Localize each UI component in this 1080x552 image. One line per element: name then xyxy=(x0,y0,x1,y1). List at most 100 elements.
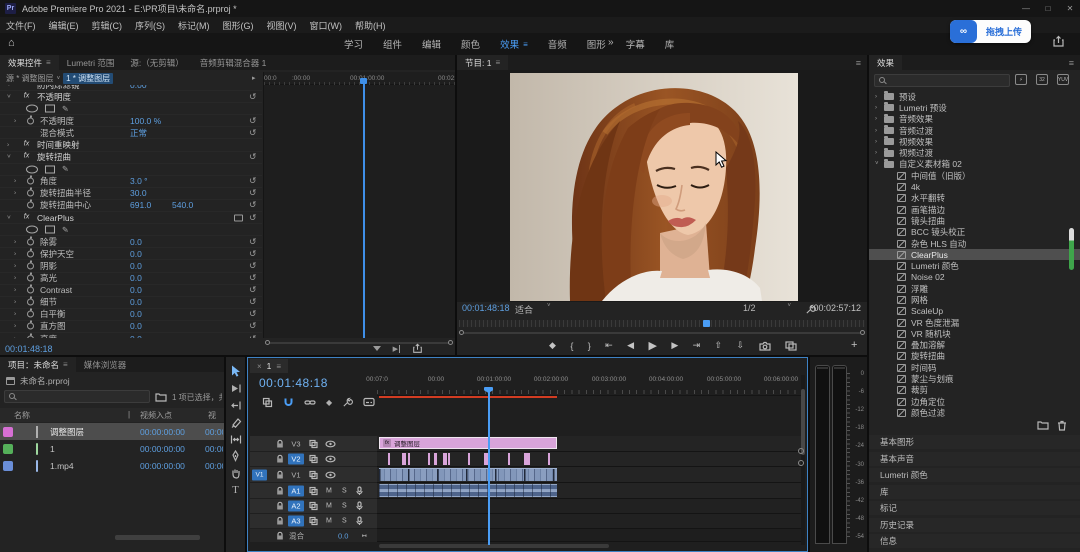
expander-icon[interactable]: › xyxy=(14,262,16,269)
pen-tool[interactable] xyxy=(228,450,243,462)
stopwatch-icon[interactable] xyxy=(27,335,34,338)
stopwatch-icon[interactable] xyxy=(27,323,34,330)
track-lane-v1[interactable] xyxy=(377,467,801,483)
effect-row[interactable]: 混合模式 正常 xyxy=(0,127,262,139)
panel-tab[interactable]: 基本声音 xyxy=(869,452,1080,466)
expander-icon[interactable]: ˅ xyxy=(7,93,11,100)
track-header-a1[interactable]: A1 M S xyxy=(250,483,377,498)
workspace-tab[interactable]: 编辑 xyxy=(412,37,451,51)
minimize-button[interactable]: — xyxy=(1016,0,1036,16)
search-input[interactable] xyxy=(21,391,147,402)
project-item-row[interactable]: 1 00:00:00:00 00:00:00:00 xyxy=(0,440,224,457)
ellipse-mask-icon[interactable] xyxy=(26,226,38,234)
effects-tree-row[interactable]: VR 随机块 xyxy=(869,328,1080,339)
expander-icon[interactable]: › xyxy=(14,117,16,124)
scrubber-playhead[interactable] xyxy=(703,320,710,327)
hand-tool[interactable] xyxy=(228,467,243,479)
effects-tree-row[interactable]: 杂色 HLS 自动 xyxy=(869,238,1080,249)
maximize-button[interactable]: □ xyxy=(1038,0,1058,16)
fx-badge-icon[interactable] xyxy=(20,213,33,222)
stopwatch-icon[interactable] xyxy=(27,250,34,257)
reset-icon[interactable] xyxy=(249,297,257,308)
clip-segments[interactable] xyxy=(379,453,557,465)
param-value[interactable]: 0.0 xyxy=(130,237,142,247)
effect-row[interactable]: ˅ 旋转扭曲 xyxy=(0,152,262,164)
param-value[interactable]: 0.0 xyxy=(130,334,142,338)
param-value[interactable]: 0.00 xyxy=(130,85,147,90)
track-output-eye-icon[interactable] xyxy=(325,456,336,463)
expander-icon[interactable]: › xyxy=(14,299,16,306)
panel-tab[interactable]: 媒体浏览器 xyxy=(76,357,135,372)
track-header-a2[interactable]: A2 M S xyxy=(250,499,377,513)
pen-mask-icon[interactable] xyxy=(62,165,69,174)
effects-tree-row[interactable]: 4k xyxy=(869,181,1080,192)
trash-icon[interactable] xyxy=(1057,420,1067,431)
param-value[interactable]: 0.0 xyxy=(130,249,142,259)
extract-icon[interactable]: ⇩ xyxy=(737,340,745,351)
step-back-icon[interactable]: ◀ xyxy=(627,340,634,351)
home-icon[interactable]: ⌂ xyxy=(8,37,15,49)
effect-row[interactable] xyxy=(0,224,262,236)
voiceover-mic-icon[interactable] xyxy=(356,516,363,526)
program-timecode[interactable]: 00:01:48:18 xyxy=(462,303,510,313)
expander-icon[interactable]: › xyxy=(14,335,16,338)
fx-badge-icon[interactable] xyxy=(20,153,33,162)
effects-tree-row[interactable]: BCC 镜头校正 xyxy=(869,227,1080,238)
monitor-zoom-scrollbar[interactable] xyxy=(457,330,867,336)
effect-row[interactable] xyxy=(0,164,262,176)
mark-out-icon[interactable]: } xyxy=(588,341,591,351)
reset-icon[interactable] xyxy=(249,333,257,338)
close-button[interactable]: ✕ xyxy=(1060,0,1080,16)
lift-icon[interactable]: ⇧ xyxy=(715,340,723,351)
menu-item[interactable]: 帮助(H) xyxy=(355,19,386,32)
workspace-tab[interactable]: 颜色 xyxy=(451,37,490,51)
export-frame-camera-icon[interactable] xyxy=(759,341,771,351)
quick-export-icon[interactable] xyxy=(1052,35,1065,48)
project-scrollbar[interactable] xyxy=(115,535,200,540)
workspace-overflow-button[interactable]: » xyxy=(608,37,614,48)
expander-icon[interactable]: ˅ xyxy=(7,85,11,88)
fx-badge-icon[interactable] xyxy=(20,141,33,150)
panel-tab[interactable]: 音频剪辑混合器 1 xyxy=(192,55,275,70)
menu-item[interactable]: 编辑(E) xyxy=(49,19,79,32)
effects-tree-row[interactable]: ScaleUp xyxy=(869,306,1080,317)
expander-icon[interactable]: › xyxy=(875,105,884,111)
workspace-tab[interactable]: 库 xyxy=(655,37,685,51)
sync-lock-icon[interactable] xyxy=(309,502,318,511)
param-value[interactable]: 3.0 ° xyxy=(130,176,148,186)
expander-icon[interactable]: › xyxy=(14,311,16,318)
expander-icon[interactable]: ˅ xyxy=(7,154,11,161)
effects-tree-row[interactable]: 网格 xyxy=(869,294,1080,305)
reset-icon[interactable] xyxy=(249,176,257,187)
effect-row[interactable]: › 旋转扭曲半径 30.0 xyxy=(0,188,262,200)
pen-mask-icon[interactable] xyxy=(62,225,69,234)
effects-tree-row[interactable]: › Lumetri 预设 xyxy=(869,102,1080,113)
sync-lock-icon[interactable] xyxy=(309,455,318,464)
panel-tab[interactable]: 源:（无剪辑） xyxy=(122,55,191,70)
effect-row[interactable]: › 亮度 0.0 xyxy=(0,333,262,338)
sync-lock-icon[interactable] xyxy=(309,517,318,526)
lock-icon[interactable] xyxy=(276,502,284,511)
monitor-scrubber[interactable] xyxy=(459,320,865,327)
new-bin-icon[interactable] xyxy=(1037,420,1049,430)
effects-tree-row[interactable]: 浮雕 xyxy=(869,283,1080,294)
param-value[interactable]: 30.0 xyxy=(130,188,147,198)
track-name[interactable]: V3 xyxy=(288,438,304,449)
panel-menu-icon[interactable] xyxy=(276,362,281,371)
effects-tree-row[interactable]: VR 色度泄漏 xyxy=(869,317,1080,328)
fit-sequence-icon[interactable]: ▸◂ xyxy=(362,533,366,539)
panel-menu-icon[interactable]: ≡ xyxy=(1069,58,1074,68)
stopwatch-icon[interactable] xyxy=(27,238,34,245)
track-name[interactable]: A1 xyxy=(288,485,304,496)
lock-icon[interactable] xyxy=(276,470,284,479)
effect-row[interactable]: › 保护天空 0.0 xyxy=(0,248,262,260)
stopwatch-icon[interactable] xyxy=(27,287,34,294)
reset-icon[interactable] xyxy=(249,91,257,102)
expander-icon[interactable]: › xyxy=(14,275,16,282)
effects-tree-row[interactable]: 中间值（旧版） xyxy=(869,170,1080,181)
expander-icon[interactable]: › xyxy=(7,142,9,149)
track-name[interactable]: V1 xyxy=(288,469,304,480)
effect-row[interactable] xyxy=(0,103,262,115)
reset-icon[interactable] xyxy=(249,273,257,284)
project-item-row[interactable]: 1.mp4 00:00:00:00 00:00:00:00 xyxy=(0,457,224,474)
